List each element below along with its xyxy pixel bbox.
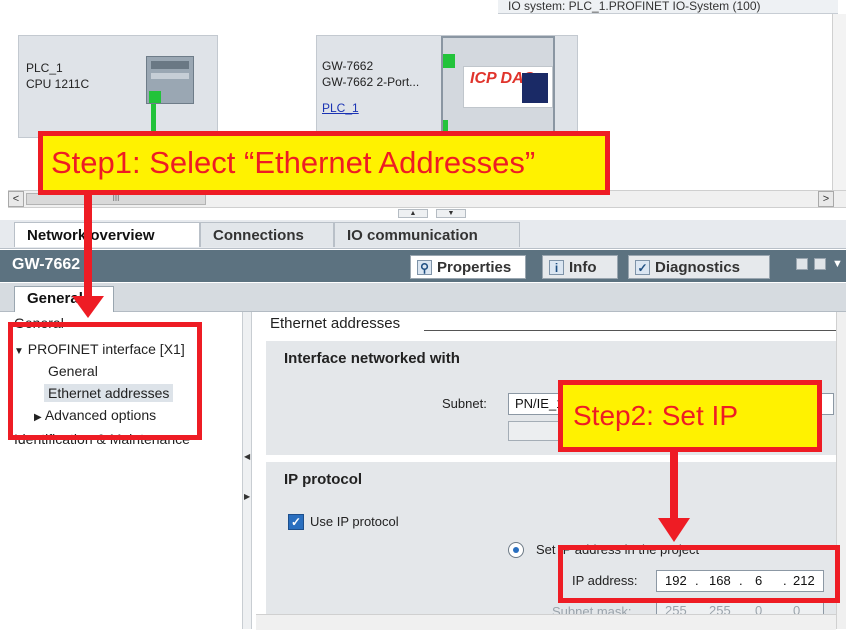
device-gw-7662[interactable]: GW-7662 GW-7662 2-Port... PLC_1 ICP DAS bbox=[316, 35, 578, 139]
set-ip-radio[interactable] bbox=[508, 542, 524, 558]
tab-connections[interactable]: Connections bbox=[200, 222, 334, 247]
properties-horizontal-scrollbar[interactable] bbox=[256, 614, 836, 630]
diagnostics-icon: ✓ bbox=[635, 260, 650, 275]
step1-arrow-head bbox=[72, 296, 104, 318]
icpdas-logo: ICP DAS bbox=[463, 66, 553, 108]
device-plc-1[interactable]: PLC_1 CPU 1211C bbox=[18, 35, 218, 138]
step1-arrow-shaft bbox=[84, 195, 92, 299]
use-ip-label: Use IP protocol bbox=[310, 514, 399, 529]
device-name: GW-7662 bbox=[322, 59, 374, 73]
scroll-left-button[interactable]: < bbox=[8, 191, 24, 207]
inspector-title: GW-7662 bbox=[12, 256, 81, 273]
ethernet-section-title: Ethernet addresses bbox=[270, 315, 401, 332]
scroll-right-button[interactable]: > bbox=[818, 191, 834, 207]
device-plc-link[interactable]: PLC_1 bbox=[322, 100, 359, 116]
panel-menu-icon[interactable]: ▼ bbox=[832, 258, 844, 270]
step2-callout: Step2: Set IP bbox=[558, 380, 822, 452]
tab-network-overview[interactable]: Network overview bbox=[14, 222, 200, 247]
device-status-icon bbox=[443, 54, 455, 68]
io-system-label: IO system: PLC_1.PROFINET IO-System (100… bbox=[498, 0, 838, 14]
step2-arrow-head bbox=[658, 518, 690, 542]
general-tab-strip bbox=[0, 283, 846, 312]
subnet-label: Subnet: bbox=[442, 396, 487, 411]
device-type: CPU 1211C bbox=[26, 77, 90, 91]
panel-layout-icon[interactable] bbox=[814, 258, 826, 270]
splitter-left-arrow-icon[interactable]: ◀ bbox=[244, 452, 250, 461]
device-name: PLC_1 bbox=[26, 61, 63, 75]
plc-module-icon bbox=[146, 56, 194, 104]
step2-arrow-shaft bbox=[670, 452, 678, 522]
step2-highlight-box bbox=[558, 545, 840, 603]
network-vertical-scrollbar[interactable] bbox=[832, 14, 846, 190]
step1-callout: Step1: Select “Ethernet Addresses” bbox=[38, 131, 610, 195]
splitter-right-arrow-icon[interactable]: ▶ bbox=[244, 492, 250, 501]
interface-networked-title: Interface networked with bbox=[284, 350, 460, 367]
ip-protocol-title: IP protocol bbox=[284, 471, 363, 488]
pane-splitter[interactable]: ◀ ▶ bbox=[242, 312, 252, 629]
tab-io-communication[interactable]: IO communication bbox=[334, 222, 520, 247]
section-divider bbox=[424, 330, 836, 331]
restore-window-icon[interactable] bbox=[796, 258, 808, 270]
properties-icon: ⚲ bbox=[417, 260, 432, 275]
step1-highlight-box bbox=[8, 322, 202, 440]
tab-properties[interactable]: ⚲ Properties bbox=[410, 255, 526, 279]
collapse-up-button[interactable]: ▲ bbox=[398, 209, 428, 218]
use-ip-checkbox[interactable]: ✓ bbox=[288, 514, 304, 530]
tab-info[interactable]: i Info bbox=[542, 255, 618, 279]
tab-diagnostics[interactable]: ✓ Diagnostics bbox=[628, 255, 770, 279]
expand-down-button[interactable]: ▼ bbox=[436, 209, 466, 218]
info-icon: i bbox=[549, 260, 564, 275]
device-type: GW-7662 2-Port... bbox=[322, 75, 420, 89]
